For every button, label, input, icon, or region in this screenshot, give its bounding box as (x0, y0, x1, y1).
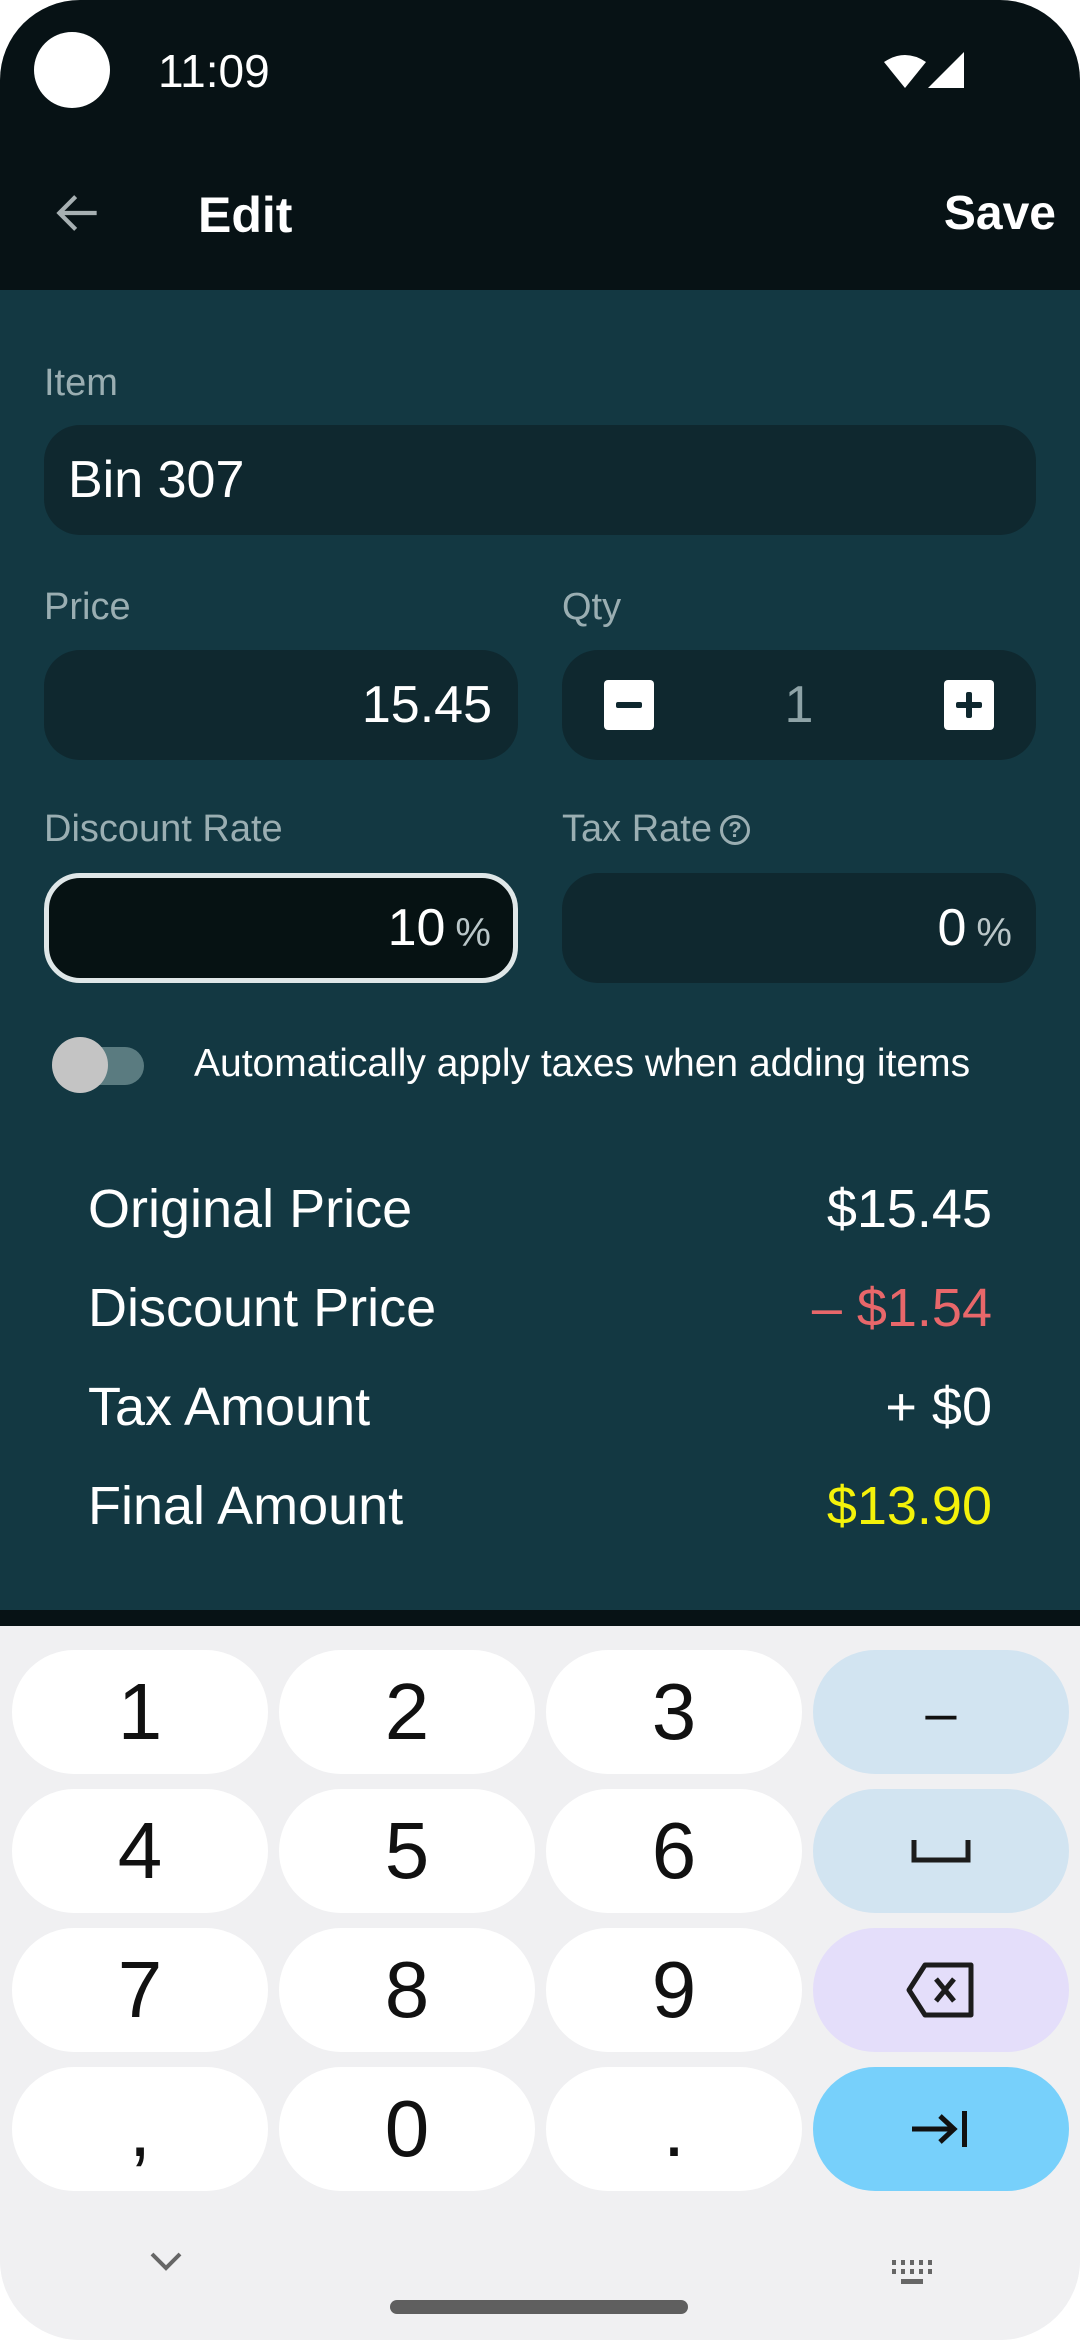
keyboard-icon[interactable] (890, 2260, 934, 2286)
increment-button[interactable] (943, 680, 994, 730)
camera-cutout (34, 32, 110, 108)
key-backspace[interactable] (813, 1928, 1069, 2052)
app-bar: 11:09 Edit Save (0, 0, 1080, 290)
quantity-stepper: 1 (562, 650, 1036, 760)
save-button[interactable]: Save (944, 186, 1056, 241)
key-3[interactable]: 3 (546, 1650, 802, 1774)
numeric-keyboard: 1 2 3 – 4 5 6 7 8 9 , 0 . (0, 1626, 1080, 2340)
decrement-button[interactable] (604, 680, 654, 730)
percent-unit: % (976, 910, 1012, 955)
wifi-icon (884, 55, 926, 88)
qty-label: Qty (562, 586, 622, 628)
key-5[interactable]: 5 (279, 1789, 535, 1913)
edit-form: Item Bin 307 Price 15.45 Qty 1 Discount … (0, 290, 1080, 1620)
plus-icon (955, 692, 982, 718)
summary-label: Tax Amount (88, 1377, 371, 1437)
summary-label: Original Price (88, 1179, 413, 1239)
item-label: Item (44, 362, 118, 404)
home-indicator[interactable] (390, 2300, 688, 2314)
summary-row-original: Original Price $15.45 (88, 1178, 992, 1240)
chevron-down-icon[interactable] (148, 2250, 184, 2274)
key-comma[interactable]: , (12, 2067, 268, 2191)
key-1[interactable]: 1 (12, 1650, 268, 1774)
qty-value: 1 (784, 676, 814, 734)
tab-next-icon (912, 2111, 967, 2147)
cell-signal-icon (928, 52, 964, 88)
key-minus[interactable]: – (813, 1650, 1069, 1774)
summary-row-tax: Tax Amount + $0 (88, 1376, 992, 1438)
price-value: 15.45 (361, 676, 492, 734)
minus-icon (616, 702, 642, 708)
discount-rate-label: Discount Rate (44, 808, 283, 850)
item-value: Bin 307 (68, 451, 245, 509)
key-7[interactable]: 7 (12, 1928, 268, 2052)
percent-unit: % (455, 910, 491, 955)
tax-rate-input[interactable]: 0 % (562, 873, 1036, 983)
key-0[interactable]: 0 (279, 2067, 535, 2191)
discount-rate-input[interactable]: 10 % (44, 873, 518, 983)
summary-value: – $1.54 (811, 1278, 992, 1338)
summary-value: + $0 (885, 1377, 992, 1437)
key-9[interactable]: 9 (546, 1928, 802, 2052)
help-icon[interactable]: ? (719, 815, 750, 845)
summary-row-final: Final Amount $13.90 (88, 1475, 992, 1537)
arrow-back-icon[interactable] (50, 185, 106, 241)
summary-label: Discount Price (88, 1278, 437, 1338)
key-4[interactable]: 4 (12, 1789, 268, 1913)
item-input[interactable]: Bin 307 (44, 425, 1036, 535)
price-label: Price (44, 586, 131, 628)
key-space[interactable] (813, 1789, 1069, 1913)
key-2[interactable]: 2 (279, 1650, 535, 1774)
summary-value: $13.90 (826, 1476, 992, 1536)
summary-value: $15.45 (826, 1179, 992, 1239)
backspace-icon (906, 1962, 974, 2018)
tax-rate-label: Tax Rate? (562, 808, 750, 851)
toggle-thumb (52, 1037, 108, 1093)
phone-screen: 11:09 Edit Save Item Bin 307 Price 15.45… (0, 0, 1080, 2340)
tax-rate-value: 0 (937, 899, 967, 957)
page-title: Edit (198, 187, 293, 243)
price-input[interactable]: 15.45 (44, 650, 518, 760)
divider (0, 1610, 1080, 1626)
summary-row-discount: Discount Price – $1.54 (88, 1277, 992, 1339)
tax-rate-label-text: Tax Rate (562, 808, 712, 850)
key-6[interactable]: 6 (546, 1789, 802, 1913)
key-tab-next[interactable] (813, 2067, 1069, 2191)
space-icon (911, 1840, 971, 1863)
auto-tax-toggle[interactable] (52, 1037, 144, 1093)
discount-rate-value: 10 (387, 899, 446, 957)
key-8[interactable]: 8 (279, 1928, 535, 2052)
summary-label: Final Amount (88, 1476, 404, 1536)
auto-tax-label: Automatically apply taxes when adding it… (194, 1042, 971, 1085)
key-period[interactable]: . (546, 2067, 802, 2191)
status-time: 11:09 (158, 45, 270, 97)
